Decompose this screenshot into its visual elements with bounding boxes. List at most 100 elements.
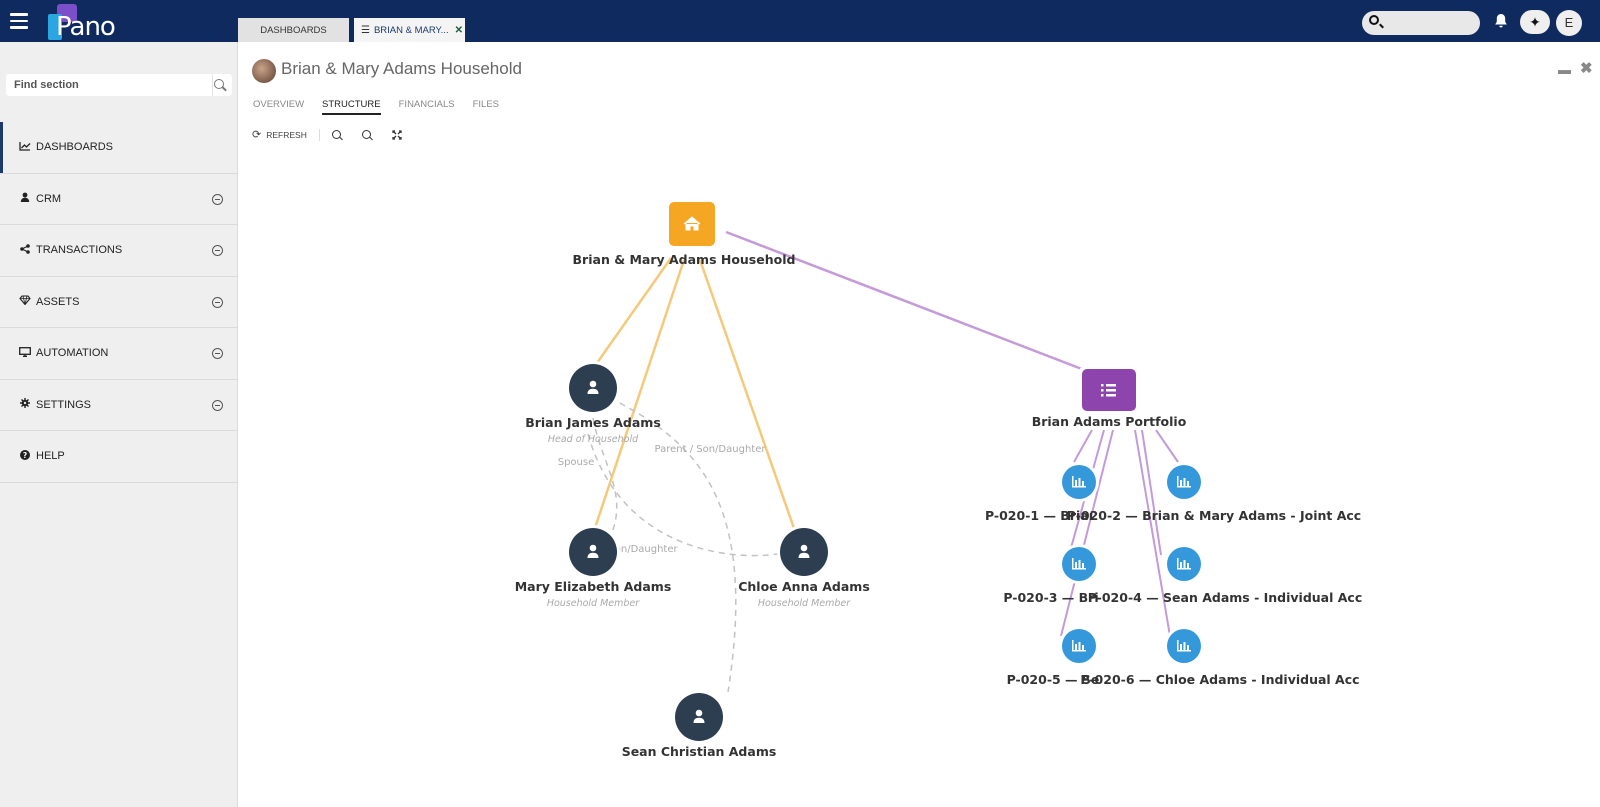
tab-household[interactable]: ☰ BRIAN & MARY... ✕ xyxy=(354,18,465,42)
sidebar-item-help[interactable]: ? HELP xyxy=(0,431,238,483)
zoom-out-icon xyxy=(361,130,371,139)
account-node-p0206[interactable] xyxy=(1164,626,1204,666)
logo-text: Pano xyxy=(56,12,116,42)
relation-label-parent: Parent / Son/Daughter xyxy=(655,444,767,455)
household-avatar xyxy=(252,59,276,83)
refresh-icon: ⟳ xyxy=(252,129,262,141)
question-icon: ? xyxy=(18,449,32,463)
tab-dashboards-label: DASHBOARDS xyxy=(260,24,327,36)
find-divider xyxy=(212,74,213,96)
expand-icon[interactable] xyxy=(212,245,223,256)
household-node[interactable]: Brian & Mary Adams Household xyxy=(573,199,796,267)
user-avatar-button[interactable]: E xyxy=(1556,10,1582,36)
top-bar: Pano DASHBOARDS ☰ BRIAN & MARY... ✕ ✦ E xyxy=(0,0,1600,42)
person-node-brian[interactable]: Brian James Adams Head of Household xyxy=(525,361,661,445)
household-node-label: Brian & Mary Adams Household xyxy=(573,252,796,267)
sidebar-item-label: ASSETS xyxy=(36,295,80,308)
bell-icon[interactable] xyxy=(1494,13,1508,29)
portfolio-node[interactable]: Brian Adams Portfolio xyxy=(1032,366,1187,429)
tab-files[interactable]: FILES xyxy=(473,99,499,115)
person-node-circle xyxy=(780,528,828,576)
edge-portfolio-p0206 xyxy=(1134,429,1171,637)
refresh-label: REFRESH xyxy=(266,129,307,140)
sidebar-item-crm[interactable]: CRM xyxy=(0,174,238,225)
expand-icon[interactable] xyxy=(212,193,223,205)
logo[interactable]: Pano xyxy=(48,4,128,42)
person-role: Head of Household xyxy=(548,434,639,445)
fit-screen-button[interactable] xyxy=(392,129,402,140)
diamond-icon xyxy=(18,295,32,308)
person-name: Brian James Adams xyxy=(525,415,661,430)
tab-dashboards[interactable]: DASHBOARDS xyxy=(238,18,349,42)
zoom-in-icon xyxy=(331,130,341,139)
tab-structure[interactable]: STRUCTURE xyxy=(322,99,381,115)
expand-icon[interactable] xyxy=(212,348,223,359)
expand-arrows-icon xyxy=(392,129,402,140)
edge-household-brian xyxy=(590,257,673,371)
person-node-mary[interactable]: Mary Elizabeth Adams Household Member xyxy=(515,525,672,609)
find-section-input[interactable] xyxy=(6,74,202,96)
sidebar-item-settings[interactable]: SETTINGS xyxy=(0,380,238,431)
person-role: Household Member xyxy=(547,598,640,609)
list-icon xyxy=(1101,384,1116,397)
graph-toolbar: ⟳ REFRESH xyxy=(252,128,414,141)
account-label-p0204: P-020-4 — Sean Adams - Individual Acc xyxy=(1088,590,1363,605)
zoom-out-button[interactable] xyxy=(361,130,371,139)
toolbar-divider xyxy=(318,128,320,141)
structure-graph[interactable]: Spouse Parent / Son/Daughter Son/Daughte… xyxy=(238,42,1600,807)
expand-icon[interactable] xyxy=(212,296,223,308)
search-icon[interactable] xyxy=(214,79,224,89)
relation-label-spouse: Spouse xyxy=(558,457,595,468)
tab-household-label: BRIAN & MARY... xyxy=(373,24,449,36)
sidebar-item-label: DASHBOARDS xyxy=(36,141,114,154)
tab-financials[interactable]: FINANCIALS xyxy=(399,99,455,115)
minimize-icon[interactable]: ▬ xyxy=(1558,62,1571,77)
sidebar-item-automation[interactable]: AUTOMATION xyxy=(0,328,238,380)
account-node-p0204[interactable] xyxy=(1164,544,1204,584)
close-tab-icon[interactable]: ✕ xyxy=(455,25,463,36)
person-node-circle xyxy=(569,528,617,576)
edge-portfolio-p0205 xyxy=(1060,429,1114,637)
assistant-sparkle-button[interactable]: ✦ xyxy=(1520,10,1550,34)
sidebar-item-label: SETTINGS xyxy=(36,398,92,411)
sidebar-item-label: CRM xyxy=(36,192,62,205)
svg-text:?: ? xyxy=(23,451,27,460)
menu-icon[interactable] xyxy=(10,13,28,29)
portfolio-node-label: Brian Adams Portfolio xyxy=(1032,414,1187,429)
edge-portfolio-p0201 xyxy=(1073,429,1093,463)
account-nodes xyxy=(1059,462,1204,666)
sidebar-item-assets[interactable]: ASSETS xyxy=(0,277,238,328)
sidebar-item-transactions[interactable]: TRANSACTIONS xyxy=(0,225,238,277)
expand-icon[interactable] xyxy=(212,399,223,411)
account-node-p0201[interactable] xyxy=(1059,462,1099,502)
search-icon xyxy=(1369,15,1379,25)
person-name: Chloe Anna Adams xyxy=(738,579,870,594)
page-title: Brian & Mary Adams Household xyxy=(281,59,522,78)
zoom-in-button[interactable] xyxy=(331,130,341,139)
sidebar-item-label: TRANSACTIONS xyxy=(36,244,123,257)
chart-line-icon xyxy=(18,141,32,154)
account-node-p0202[interactable] xyxy=(1164,462,1204,502)
desktop-icon xyxy=(18,346,32,360)
person-name: Sean Christian Adams xyxy=(622,744,777,759)
refresh-button[interactable]: ⟳ REFRESH xyxy=(252,128,307,141)
close-icon[interactable]: ✖ xyxy=(1580,59,1593,77)
find-section-field xyxy=(6,74,232,96)
tab-overview[interactable]: OVERVIEW xyxy=(253,99,304,115)
sidebar-nav: DASHBOARDS CRM TRANSACTIONS ASSETS AUTOM… xyxy=(0,122,238,483)
share-icon xyxy=(18,243,32,257)
sidebar-item-dashboards[interactable]: DASHBOARDS xyxy=(0,122,238,174)
sidebar-item-label: HELP xyxy=(36,450,65,463)
main-panel: Spouse Parent / Son/Daughter Son/Daughte… xyxy=(238,42,1600,807)
account-node-p0205[interactable] xyxy=(1059,626,1099,666)
person-node-sean[interactable]: Sean Christian Adams xyxy=(622,690,777,759)
person-node-circle xyxy=(569,364,617,412)
gear-icon xyxy=(18,398,32,411)
user-icon xyxy=(18,192,32,205)
app-window: Pano DASHBOARDS ☰ BRIAN & MARY... ✕ ✦ E xyxy=(0,0,1600,807)
list-icon: ☰ xyxy=(361,24,370,36)
person-node-chloe[interactable]: Chloe Anna Adams Household Member xyxy=(738,525,870,609)
account-node-p0203[interactable] xyxy=(1059,544,1099,584)
global-search-input[interactable] xyxy=(1362,11,1480,35)
account-label-p0202: P-020-2 — Brian & Mary Adams - Joint Acc xyxy=(1067,508,1361,523)
